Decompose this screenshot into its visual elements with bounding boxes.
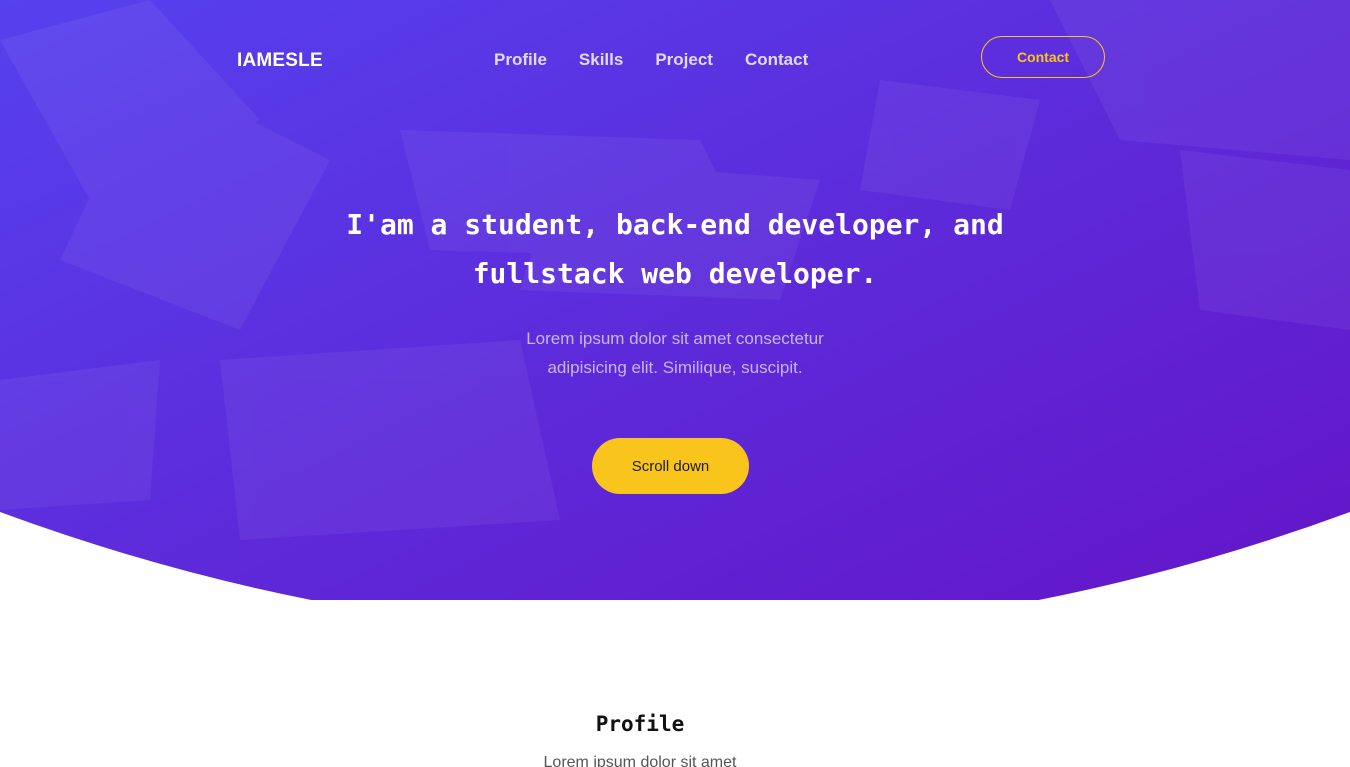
site-logo[interactable]: IAMESLE <box>237 50 323 72</box>
nav-link-project[interactable]: Project <box>655 50 713 70</box>
hero-subtitle: Lorem ipsum dolor sit amet consectetur a… <box>526 329 824 377</box>
hero-background <box>0 0 1350 600</box>
nav-link-contact[interactable]: Contact <box>745 50 808 70</box>
hero-background-shape <box>0 0 1350 600</box>
profile-section-text: Lorem ipsum dolor sit amet <box>543 754 737 767</box>
hero-title: I'am a student, back-end developer, and … <box>346 208 1004 290</box>
page: IAMESLE Profile Skills Project Contact C… <box>0 0 1350 767</box>
main-nav: Profile Skills Project Contact <box>494 50 840 70</box>
scroll-down-button[interactable]: Scroll down <box>592 438 749 494</box>
hero-section: IAMESLE Profile Skills Project Contact C… <box>0 0 1350 600</box>
nav-link-skills[interactable]: Skills <box>579 50 623 70</box>
nav-link-profile[interactable]: Profile <box>494 50 547 70</box>
contact-button[interactable]: Contact <box>981 36 1105 78</box>
profile-section-title: Profile <box>595 712 685 736</box>
